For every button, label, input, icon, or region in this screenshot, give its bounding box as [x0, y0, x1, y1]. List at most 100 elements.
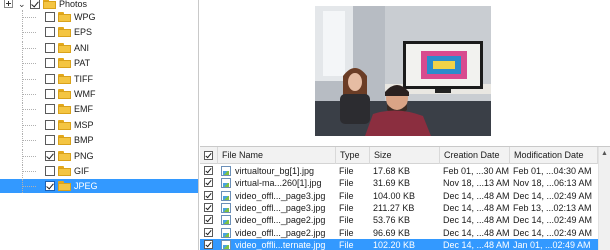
folder-icon: [58, 42, 71, 53]
row-checkbox-cell[interactable]: [204, 239, 218, 250]
cell-modified: Dec 14, ...02:49 AM: [513, 227, 593, 238]
row-checkbox-cell[interactable]: [204, 177, 218, 189]
cell-size: 31.69 KB: [373, 178, 411, 189]
tree-connector: [22, 63, 36, 65]
tree-connector: [22, 109, 36, 111]
row-checkbox[interactable]: [204, 227, 213, 237]
table-row[interactable]: video_offl..._page3.jpg File 211.27 KB Dec …: [200, 202, 598, 214]
collapse-toggle-icon[interactable]: [4, 0, 13, 8]
table-row[interactable]: video_offli...ternate.jpg File 102.20 KB De…: [200, 238, 598, 250]
file-name-text: virtual-ma...260[1].jpg: [235, 178, 322, 189]
tree-checkbox[interactable]: [45, 104, 55, 115]
tree-item-wpg[interactable]: WPG: [0, 10, 198, 24]
cell-created: Dec 14, ...48 AM: [443, 202, 510, 213]
tree-checkbox[interactable]: [45, 42, 55, 53]
tree-checkbox[interactable]: [45, 166, 55, 176]
folder-icon: [58, 166, 71, 176]
tree-item-label: GIF: [74, 166, 89, 176]
column-header-file-name[interactable]: File Name: [218, 147, 336, 164]
folder-icon: [58, 135, 71, 146]
tree-item-wmf[interactable]: WMF: [0, 87, 198, 101]
cell-modified: Feb 13, ...02:13 AM: [513, 202, 592, 213]
row-checkbox-cell[interactable]: [204, 165, 218, 177]
tree-item-tiff[interactable]: TIFF: [0, 71, 198, 86]
select-all-column[interactable]: [200, 147, 218, 164]
cell-created: Feb 01, ...30 AM: [443, 166, 510, 176]
scroll-up-arrow-icon[interactable]: ▲: [601, 150, 608, 158]
table-row[interactable]: virtualtour_bg[1].jpg File 17.68 KB Feb 01,…: [200, 165, 598, 177]
chevron-down-icon[interactable]: ⌄: [18, 0, 26, 10]
tree-connector: [22, 171, 36, 172]
tree-item-label: PNG: [74, 150, 94, 161]
file-name-text: video_offl..._page3.jpg: [235, 202, 326, 213]
folder-icon: [43, 0, 56, 9]
row-checkbox[interactable]: [204, 178, 213, 188]
cell-type: File: [339, 166, 354, 176]
tree-item-label: MSP: [74, 119, 94, 130]
row-checkbox[interactable]: [204, 166, 213, 175]
tree-item-pat[interactable]: PAT: [0, 56, 198, 71]
tree-connector: [22, 78, 36, 80]
row-checkbox[interactable]: [204, 239, 213, 249]
column-header-creation-date[interactable]: Creation Date: [440, 147, 510, 164]
tree-item-ani[interactable]: ANI: [0, 40, 198, 55]
column-header-size[interactable]: Size: [370, 147, 440, 164]
tree-checkbox-photos[interactable]: [30, 0, 40, 9]
cell-type: File: [339, 190, 354, 201]
tree-checkbox[interactable]: [45, 89, 55, 99]
row-checkbox[interactable]: [204, 202, 213, 212]
tree-checkbox[interactable]: [45, 58, 55, 69]
cell-name: video_offli...ternate.jpg: [218, 239, 336, 250]
table-row[interactable]: video_offl..._page2.jpg File 96.69 KB Dec 1…: [200, 227, 598, 239]
cell-created: Dec 14, ...48 AM: [443, 215, 510, 226]
tree-item-label: BMP: [74, 135, 94, 146]
tree-checkbox[interactable]: [45, 73, 55, 84]
row-checkbox-cell[interactable]: [204, 190, 218, 202]
tree-connector: [22, 17, 36, 18]
tree-item-png[interactable]: PNG: [0, 148, 198, 163]
cell-modified: Nov 18, ...06:13 AM: [513, 178, 593, 189]
table-row[interactable]: video_offl..._page3.jpg File 104.00 KB Dec …: [200, 190, 598, 202]
tree-item-eps[interactable]: EPS: [0, 25, 198, 40]
cell-created: Dec 14, ...48 AM: [443, 227, 510, 238]
tree-item-label: WMF: [74, 89, 96, 99]
cell-size: 102.20 KB: [373, 239, 416, 250]
tree-item-emf[interactable]: EMF: [0, 102, 198, 117]
table-row[interactable]: virtual-ma...260[1].jpg File 31.69 KB Nov 1…: [200, 177, 598, 189]
file-name-text: video_offli...ternate.jpg: [235, 239, 326, 250]
select-all-checkbox[interactable]: [204, 151, 213, 160]
tree-checkbox[interactable]: [45, 119, 55, 130]
folder-icon: [58, 150, 71, 161]
tree-item-gif[interactable]: GIF: [0, 164, 198, 178]
tree-connector: [22, 94, 36, 95]
tree-checkbox[interactable]: [45, 150, 55, 161]
tree-connector: [22, 140, 36, 142]
column-header-modification-date[interactable]: Modification Date: [510, 147, 598, 164]
image-file-icon: [221, 166, 231, 176]
cell-name: video_offl..._page3.jpg: [218, 202, 336, 214]
tree-item-label: EPS: [74, 27, 93, 38]
row-checkbox-cell[interactable]: [204, 227, 218, 239]
file-name-text: video_offl..._page2.jpg: [235, 227, 326, 238]
row-checkbox-cell[interactable]: [204, 214, 218, 226]
tree-item-jpeg[interactable]: JPEG: [0, 179, 198, 194]
row-checkbox[interactable]: [204, 190, 213, 200]
cell-modified: Dec 14, ...02:49 AM: [513, 190, 593, 201]
table-row[interactable]: video_offl..._page2.jpg File 53.76 KB Dec 1…: [200, 214, 598, 226]
tree-item-msp[interactable]: MSP: [0, 117, 198, 132]
row-checkbox[interactable]: [204, 215, 213, 225]
vertical-scrollbar[interactable]: ▲: [598, 147, 610, 250]
tree-checkbox[interactable]: [45, 181, 55, 192]
folder-icon: [58, 12, 71, 22]
tree-checkbox[interactable]: [45, 27, 55, 38]
tree-checkbox[interactable]: [45, 12, 55, 22]
column-header-type[interactable]: Type: [336, 147, 370, 164]
cell-type: File: [339, 239, 354, 250]
file-name-text: video_offl..._page3.jpg: [235, 190, 326, 201]
tree-checkbox[interactable]: [45, 135, 55, 146]
tree-item-bmp[interactable]: BMP: [0, 133, 198, 148]
row-checkbox-cell[interactable]: [204, 202, 218, 214]
tree-item-label: ANI: [74, 42, 90, 53]
cell-name: video_offl..._page3.jpg: [218, 190, 336, 202]
cell-modified: Feb 01, ...04:30 AM: [513, 166, 592, 176]
